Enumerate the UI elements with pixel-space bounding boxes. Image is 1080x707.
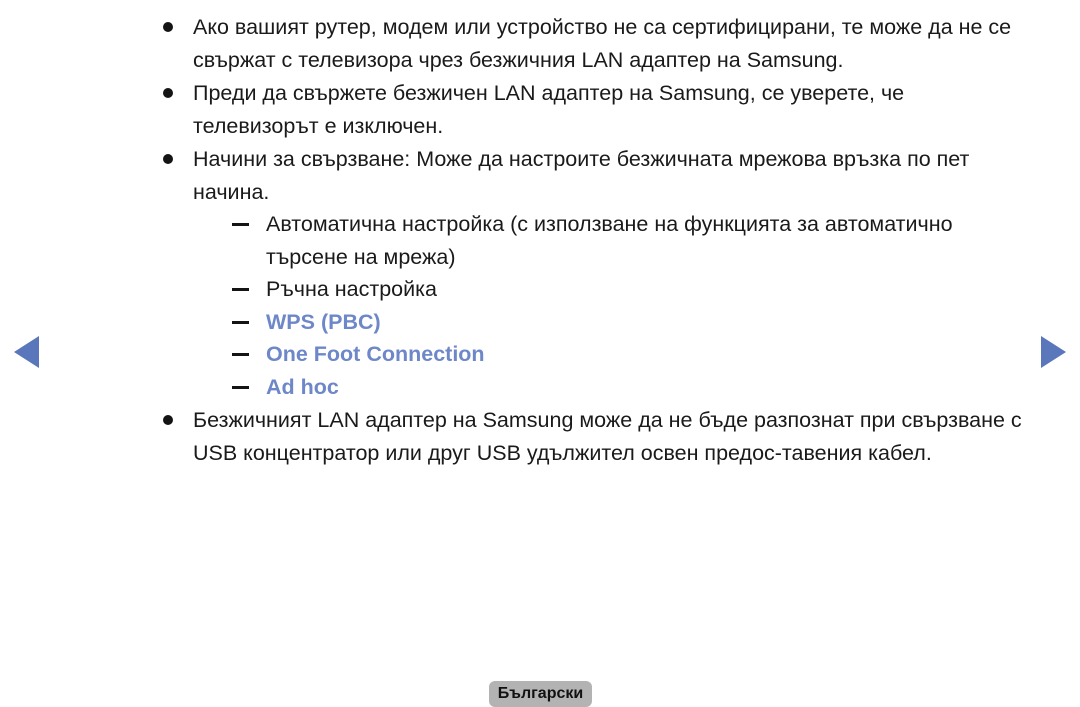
list-item-text: Начини за свързване: Може да настроите б… bbox=[193, 147, 970, 204]
list-item: Ако вашият рутер, модем или устройство н… bbox=[160, 11, 1030, 76]
bullet-list: Ако вашият рутер, модем или устройство н… bbox=[160, 11, 1030, 469]
list-item-text: Ако вашият рутер, модем или устройство н… bbox=[193, 15, 1012, 72]
bullet-dot-icon bbox=[163, 22, 173, 32]
sub-list-item: Ръчна настройка bbox=[193, 273, 1030, 306]
manual-page: Ако вашият рутер, модем или устройство н… bbox=[0, 0, 1080, 707]
connection-methods-sub-list: Автоматична настройка (с използване на ф… bbox=[193, 208, 1030, 403]
list-item: Преди да свържете безжичен LAN адаптер н… bbox=[160, 77, 1030, 142]
content-body: Ако вашият рутер, модем или устройство н… bbox=[160, 11, 1030, 470]
sub-list-item-link[interactable]: WPS (PBC) bbox=[193, 306, 1030, 339]
list-item: Безжичният LAN адаптер на Samsung може д… bbox=[160, 404, 1030, 469]
link-ad-hoc[interactable]: Ad hoc bbox=[266, 371, 1030, 404]
language-button[interactable]: Български bbox=[489, 681, 592, 707]
sub-list-item-text: Ръчна настройка bbox=[266, 277, 437, 301]
link-one-foot-connection[interactable]: One Foot Connection bbox=[266, 338, 1030, 371]
next-page-arrow[interactable] bbox=[1041, 336, 1066, 368]
dash-marker-icon bbox=[232, 320, 249, 324]
dash-marker-icon bbox=[232, 223, 249, 226]
dash-marker-icon bbox=[232, 288, 249, 291]
sub-list-item-link[interactable]: Ad hoc bbox=[193, 371, 1030, 404]
list-item: Начини за свързване: Може да настроите б… bbox=[160, 143, 1030, 403]
previous-page-arrow[interactable] bbox=[14, 336, 39, 368]
link-wps-pbc[interactable]: WPS (PBC) bbox=[266, 306, 1030, 339]
bullet-dot-icon bbox=[163, 88, 173, 98]
list-item-text: Безжичният LAN адаптер на Samsung може д… bbox=[193, 408, 1022, 465]
sub-list-item-link[interactable]: One Foot Connection bbox=[193, 338, 1030, 371]
list-item-text: Преди да свържете безжичен LAN адаптер н… bbox=[193, 81, 905, 138]
bullet-dot-icon bbox=[163, 154, 173, 164]
sub-list-item: Автоматична настройка (с използване на ф… bbox=[193, 208, 1030, 273]
dash-marker-icon bbox=[232, 353, 249, 356]
sub-list-item-text: Автоматична настройка (с използване на ф… bbox=[266, 212, 953, 269]
dash-marker-icon bbox=[232, 385, 249, 389]
bullet-dot-icon bbox=[163, 415, 173, 425]
